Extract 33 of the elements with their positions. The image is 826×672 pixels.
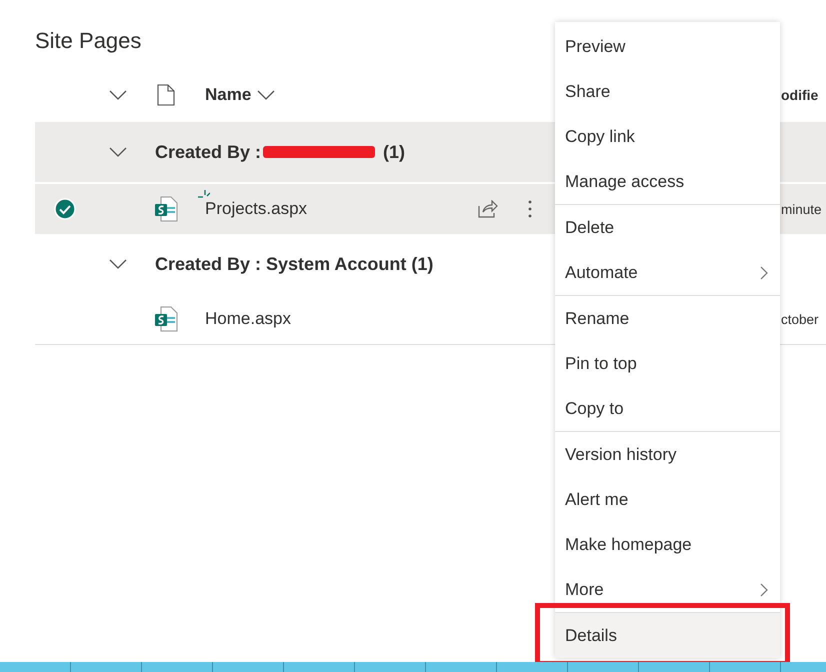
file-type-icon[interactable] (156, 84, 174, 106)
menu-item[interactable]: Share (555, 69, 780, 114)
page-file-icon (154, 196, 178, 222)
menu-item[interactable]: Pin to top (555, 341, 780, 386)
menu-item[interactable]: Automate (555, 250, 780, 295)
expand-chevron-icon[interactable] (109, 147, 127, 157)
sort-chevron-icon[interactable] (257, 90, 276, 100)
menu-item[interactable]: Delete (555, 205, 780, 250)
file-name[interactable]: Home.aspx (205, 309, 291, 328)
share-icon[interactable] (478, 200, 498, 218)
modified-cell: ctober (781, 312, 819, 326)
menu-item[interactable]: Alert me (555, 477, 780, 522)
menu-item[interactable]: Manage access (555, 159, 780, 204)
modified-cell: minute (781, 202, 822, 216)
menu-item[interactable]: Make homepage (555, 522, 780, 567)
check-circle-icon[interactable] (54, 198, 76, 220)
page-title: Site Pages (35, 27, 142, 55)
menu-item[interactable]: Details (555, 613, 780, 658)
menu-item[interactable]: Preview (555, 24, 780, 69)
more-actions-icon[interactable] (528, 200, 532, 218)
group-label: Created By : System Account (1) (155, 254, 434, 274)
group-count: (1) (383, 142, 406, 162)
page-file-icon (154, 306, 178, 332)
file-name[interactable]: Projects.aspx (205, 199, 308, 218)
name-column-header[interactable]: Name (205, 85, 470, 105)
expand-chevron-icon[interactable] (109, 259, 127, 269)
menu-item[interactable]: Copy to (555, 386, 780, 431)
menu-item[interactable]: Version history (555, 432, 780, 477)
collapse-all-icon[interactable] (109, 90, 127, 100)
menu-item[interactable]: Copy link (555, 114, 780, 159)
group-label: Created By : (155, 142, 262, 162)
modified-column-header[interactable]: odifie (781, 87, 818, 103)
menu-item[interactable]: Rename (555, 296, 780, 341)
